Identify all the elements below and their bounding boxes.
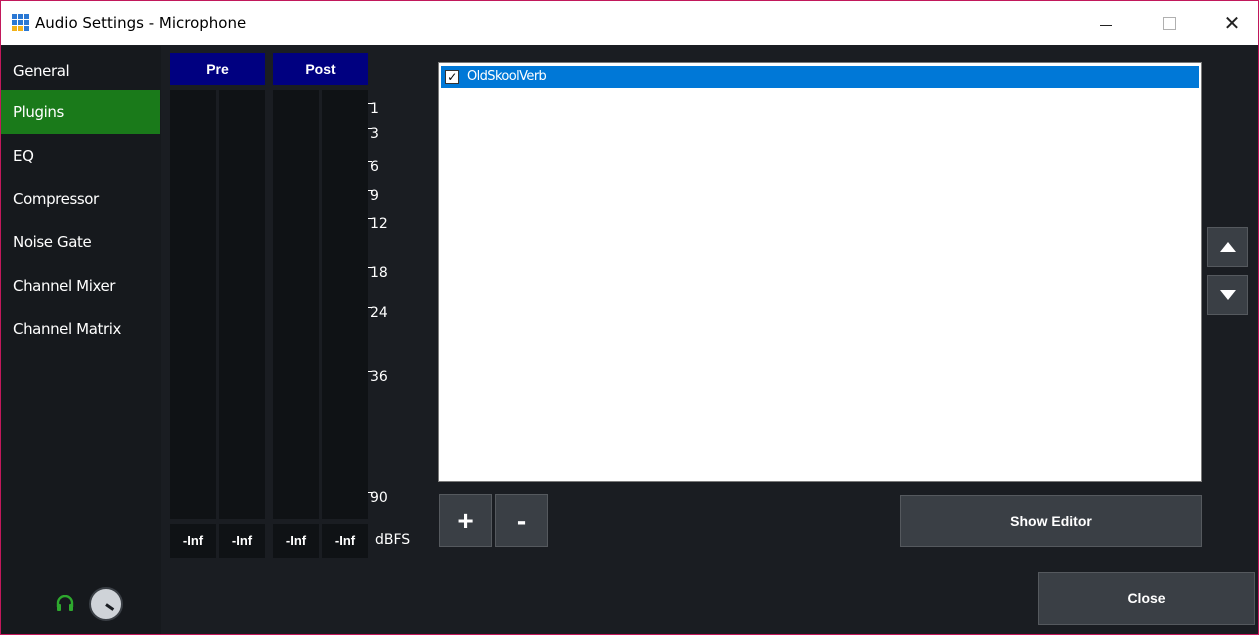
title-bar[interactable]: Audio Settings - Microphone ✕: [1, 1, 1258, 45]
window-title: Audio Settings - Microphone: [35, 14, 247, 32]
pre-right-value: -Inf: [219, 524, 265, 558]
close-button[interactable]: Close: [1038, 572, 1255, 625]
post-meter-header: Post: [273, 53, 368, 85]
remove-plugin-button[interactable]: -: [495, 494, 548, 547]
pre-meter-header: Pre: [170, 53, 265, 85]
close-icon[interactable]: ✕: [1204, 1, 1258, 45]
move-up-button[interactable]: [1207, 227, 1248, 267]
sidebar-item-plugins[interactable]: Plugins: [1, 90, 160, 134]
triangle-down-icon: [1219, 290, 1236, 300]
post-meter-left: [273, 90, 319, 519]
post-meter-right: [322, 90, 368, 519]
scale-tick: 18: [368, 265, 388, 281]
move-down-button[interactable]: [1207, 275, 1248, 315]
scale-tick: 24: [368, 305, 388, 321]
sidebar-item-channel-matrix[interactable]: Channel Matrix: [1, 307, 160, 351]
post-right-value: -Inf: [322, 524, 368, 558]
headphone-icon[interactable]: [56, 595, 74, 611]
triangle-up-icon: [1219, 242, 1236, 252]
add-plugin-button[interactable]: +: [439, 494, 492, 547]
show-editor-button[interactable]: Show Editor: [900, 495, 1202, 547]
sidebar-item-compressor[interactable]: Compressor: [1, 177, 160, 221]
scale-tick: 90: [368, 490, 388, 506]
minimize-icon[interactable]: [1078, 1, 1134, 45]
scale-unit-label: dBFS: [375, 532, 411, 548]
volume-knob-icon[interactable]: [89, 587, 123, 621]
footer: Close: [1, 566, 1258, 634]
post-left-value: -Inf: [273, 524, 319, 558]
scale-tick: 3: [368, 126, 379, 142]
sidebar-item-eq[interactable]: EQ: [1, 134, 160, 178]
scale-tick: 6: [368, 159, 379, 175]
sidebar: General Plugins EQ Compressor Noise Gate…: [1, 46, 161, 566]
pre-meter-left: [170, 90, 216, 519]
pre-left-value: -Inf: [170, 524, 216, 558]
sidebar-item-general[interactable]: General: [1, 49, 160, 93]
scale-tick: 1: [368, 101, 379, 117]
scale-tick: 9: [368, 188, 379, 204]
plugin-name: OldSkoolVerb: [467, 69, 547, 84]
sidebar-item-noise-gate[interactable]: Noise Gate: [1, 220, 160, 264]
plugin-enabled-checkbox[interactable]: ✓: [445, 70, 459, 84]
pre-meter-right: [219, 90, 265, 519]
footer-left-panel: [1, 566, 161, 634]
level-meters: Pre Post -Inf -Inf -Inf -Inf 1 3 6 9 12 …: [161, 46, 431, 566]
scale-tick: 36: [368, 369, 388, 385]
scale-tick: 12: [368, 216, 388, 232]
app-grid-icon: [12, 14, 30, 32]
maximize-icon[interactable]: [1141, 1, 1197, 45]
audio-settings-window: Audio Settings - Microphone ✕ General Pl…: [0, 0, 1259, 635]
plugin-list[interactable]: ✓ OldSkoolVerb: [438, 62, 1202, 482]
plugin-list-item[interactable]: ✓ OldSkoolVerb: [441, 66, 1199, 88]
sidebar-item-channel-mixer[interactable]: Channel Mixer: [1, 264, 160, 308]
